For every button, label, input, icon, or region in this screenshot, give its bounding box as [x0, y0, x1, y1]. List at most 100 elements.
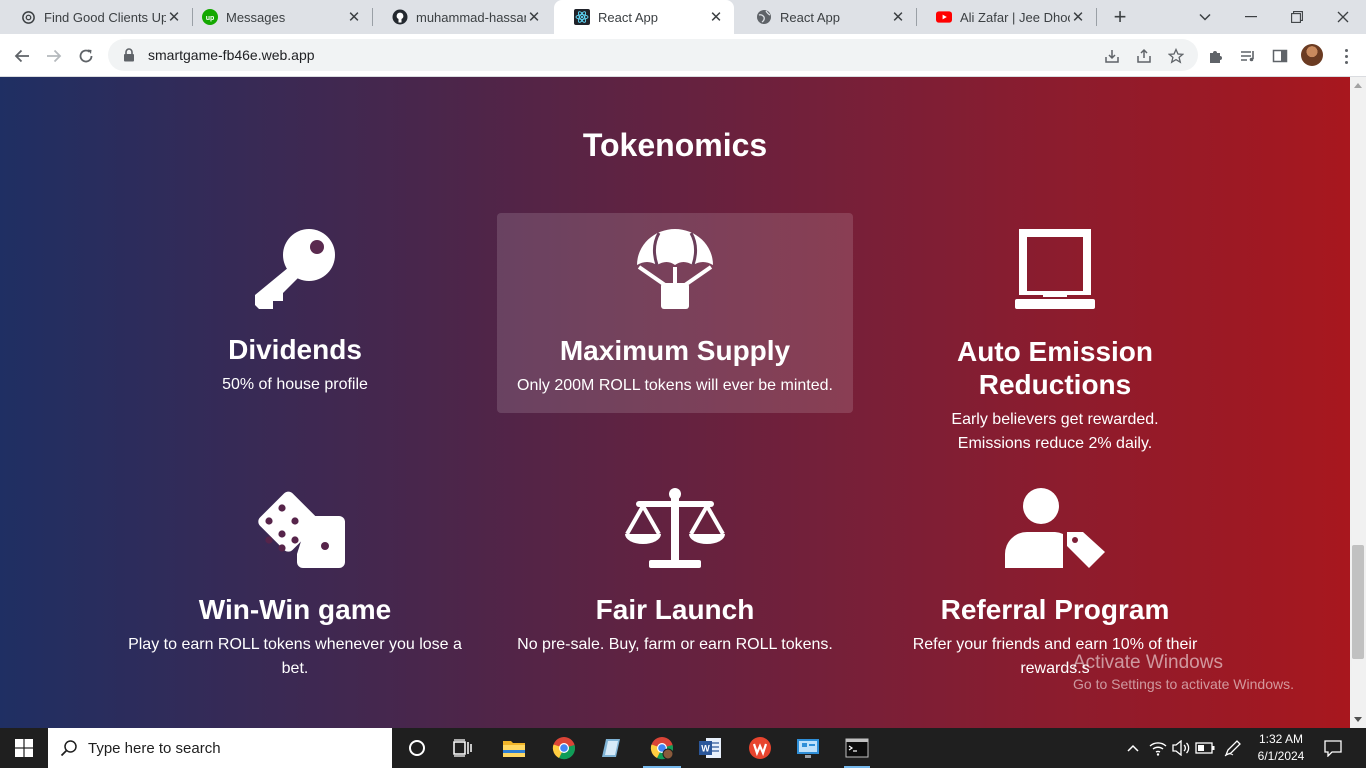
notifications-button[interactable] — [1322, 728, 1344, 768]
forward-button[interactable] — [40, 42, 68, 70]
reload-button[interactable] — [72, 42, 100, 70]
card-title: Win-Win game — [198, 594, 392, 625]
control-panel-app[interactable] — [785, 728, 831, 768]
key-icon — [255, 229, 335, 309]
back-button[interactable] — [8, 42, 36, 70]
watermark-title: Activate Windows — [1073, 652, 1223, 673]
close-icon[interactable]: ✕ — [1070, 9, 1086, 26]
start-button[interactable] — [0, 728, 48, 768]
minimize-icon — [1245, 16, 1257, 18]
chrome-app-active[interactable] — [639, 728, 685, 768]
task-view-button[interactable] — [440, 728, 486, 768]
github-icon — [392, 9, 408, 25]
tab-react-app[interactable]: React App ✕ — [736, 0, 916, 34]
file-explorer-app[interactable] — [491, 728, 537, 768]
windows-taskbar: Type here to search W 1:32 AM 6/1/2024 — [0, 728, 1366, 768]
tab-youtube[interactable]: Ali Zafar | Jee Dhoond ✕ — [916, 0, 1096, 34]
reload-icon — [79, 49, 93, 63]
reading-list-button[interactable] — [1234, 42, 1262, 70]
chrome-app[interactable] — [541, 728, 587, 768]
tab-strip: Find Good Clients Upwork ✕ up Messages ✕… — [0, 0, 1366, 34]
share-button[interactable] — [1130, 42, 1158, 70]
cortana-icon — [409, 740, 425, 756]
windows-logo-icon — [15, 739, 33, 757]
task-view-icon — [453, 739, 472, 757]
close-icon[interactable]: ✕ — [526, 9, 542, 26]
parachute-box-icon — [637, 229, 713, 309]
openai-icon — [20, 9, 36, 25]
terminal-app[interactable] — [834, 728, 880, 768]
card-title: Maximum Supply — [559, 335, 791, 366]
close-window-button[interactable] — [1320, 0, 1366, 34]
search-icon — [60, 740, 77, 757]
card-title: Fair Launch — [595, 594, 755, 625]
taskbar-search[interactable]: Type here to search — [48, 728, 392, 768]
puzzle-icon — [1210, 51, 1222, 63]
user-tag-icon — [1005, 488, 1105, 568]
arrow-right-icon — [47, 49, 62, 63]
tab-messages[interactable]: up Messages ✕ — [182, 0, 372, 34]
card-description: Early believers get rewarded. Emissions … — [951, 411, 1159, 452]
laptop-icon — [1015, 229, 1095, 309]
card-dividends: Dividends 50% of house profile — [117, 213, 473, 413]
bookmark-button[interactable] — [1162, 42, 1190, 70]
network-button[interactable] — [1148, 728, 1168, 768]
tab-react-app-active[interactable]: React App ✕ — [554, 0, 734, 34]
side-panel-button[interactable] — [1266, 42, 1294, 70]
clock-time: 1:32 AM — [1258, 732, 1304, 746]
cortana-button[interactable] — [394, 728, 440, 768]
battery-button[interactable] — [1194, 728, 1216, 768]
close-icon[interactable]: ✕ — [890, 9, 906, 26]
terminal-icon — [845, 738, 869, 758]
notepad-app[interactable] — [589, 728, 635, 768]
card-description: No pre-sale. Buy, farm or earn ROLL toke… — [517, 636, 833, 653]
word-app[interactable]: W — [687, 728, 733, 768]
lock-icon — [124, 48, 134, 62]
word-icon: W — [699, 738, 721, 758]
scroll-down-arrow[interactable] — [1354, 717, 1362, 722]
tab-github[interactable]: muhammad-hassan-m ✕ — [372, 0, 552, 34]
page-scrollbar[interactable] — [1350, 77, 1366, 728]
notepad-icon — [602, 739, 620, 757]
minimize-button[interactable] — [1228, 0, 1274, 34]
dice-icon — [258, 491, 345, 568]
profile-avatar[interactable] — [1301, 44, 1323, 66]
install-app-button[interactable] — [1098, 42, 1126, 70]
card-fair-launch: Fair Launch No pre-sale. Buy, farm or ea… — [497, 472, 853, 692]
restore-button[interactable] — [1274, 0, 1320, 34]
tab-search-button[interactable] — [1182, 0, 1228, 34]
extensions-button[interactable] — [1202, 42, 1230, 70]
page-viewport: Tokenomics Dividends 50% of house profil… — [0, 77, 1350, 728]
url-text: smartgame-fb46e.web.app — [148, 47, 315, 63]
tab-upwork-clients[interactable]: Find Good Clients Upwork ✕ — [0, 0, 192, 34]
react-icon — [574, 9, 590, 25]
browser-toolbar: smartgame-fb46e.web.app — [0, 34, 1366, 77]
wifi-icon — [1149, 742, 1167, 756]
pen-workspace-button[interactable] — [1222, 728, 1244, 768]
tab-label: Messages — [226, 9, 286, 25]
scroll-up-arrow[interactable] — [1354, 83, 1362, 88]
scrollbar-thumb[interactable] — [1352, 545, 1364, 659]
browser-menu-button[interactable] — [1336, 42, 1356, 70]
new-tab-button[interactable]: + — [1108, 4, 1132, 29]
volume-button[interactable] — [1170, 728, 1192, 768]
close-icon[interactable]: ✕ — [166, 9, 182, 26]
close-icon[interactable]: ✕ — [346, 9, 362, 26]
address-bar[interactable]: smartgame-fb46e.web.app — [108, 39, 1198, 71]
restore-icon — [1291, 11, 1303, 23]
pen-icon — [1224, 740, 1241, 757]
share-icon — [1137, 48, 1151, 63]
tab-label: React App — [598, 9, 658, 25]
card-description: 50% of house profile — [222, 376, 368, 393]
chevron-up-icon — [1127, 744, 1139, 752]
control-panel-icon — [797, 739, 819, 758]
system-clock[interactable]: 1:32 AM 6/1/2024 — [1252, 731, 1310, 765]
tab-label: React App — [780, 9, 840, 25]
tab-label: Ali Zafar | Jee Dhoond — [960, 9, 1070, 25]
wps-office-app[interactable] — [737, 728, 783, 768]
page-title: Tokenomics — [582, 127, 768, 163]
close-icon[interactable]: ✕ — [708, 9, 724, 26]
show-hidden-icons-button[interactable] — [1124, 728, 1142, 768]
media-list-icon — [1241, 51, 1254, 62]
card-title: Referral Program — [940, 594, 1170, 625]
